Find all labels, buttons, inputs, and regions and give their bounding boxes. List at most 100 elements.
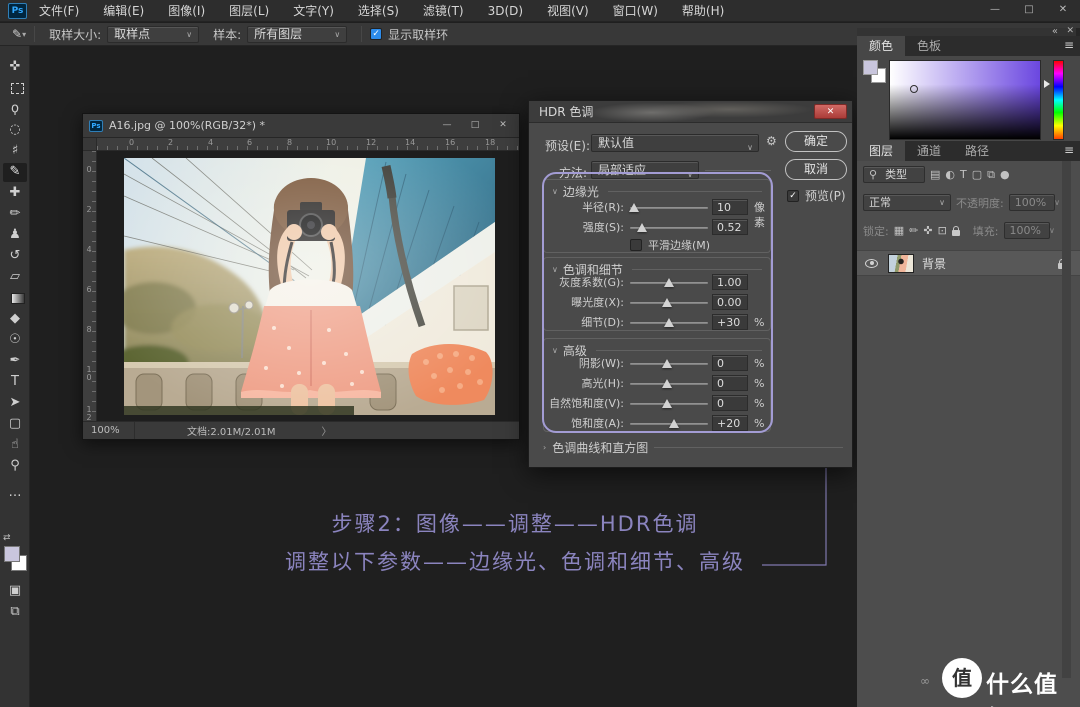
menu-select[interactable]: 选择(S) [346, 0, 411, 22]
tab-paths[interactable]: 路径 [953, 141, 1001, 161]
zoom-level[interactable]: 100% [83, 422, 135, 439]
preset-options-gear-icon[interactable]: ⚙ [766, 134, 777, 148]
layer-visibility-eye-icon[interactable] [865, 259, 878, 268]
doc-minimize-button[interactable]: — [433, 116, 461, 134]
strength-field[interactable]: 0.52 [712, 219, 748, 235]
saturation-field[interactable]: +20 [712, 415, 748, 431]
lock-pixels-icon[interactable]: ✏ [909, 224, 918, 237]
ok-button[interactable]: 确定 [785, 131, 847, 152]
lock-all-icon[interactable] [952, 230, 960, 236]
type-tool[interactable]: T [3, 373, 27, 392]
panel-menu-icon[interactable]: ≡ [1064, 38, 1074, 52]
slider-thumb[interactable] [662, 298, 672, 307]
screen-mode-button[interactable]: ⧉ [3, 603, 27, 622]
menu-layer[interactable]: 图层(L) [217, 0, 281, 22]
doc-close-button[interactable]: ✕ [489, 116, 517, 134]
gradient-tool[interactable] [3, 289, 27, 308]
sample-size-select[interactable]: 取样点∨ [107, 26, 199, 43]
blend-mode-select[interactable]: 正常∨ [863, 194, 951, 211]
tab-color[interactable]: 颜色 [857, 36, 905, 56]
exposure-slider[interactable] [630, 302, 708, 304]
gamma-slider[interactable] [630, 282, 708, 284]
highlight-field[interactable]: 0 [712, 375, 748, 391]
shape-tool[interactable]: ▢ [3, 415, 27, 434]
slider-thumb[interactable] [629, 203, 639, 212]
slider-thumb[interactable] [662, 359, 672, 368]
color-field-marker[interactable] [910, 85, 918, 93]
filter-smart-objects-icon[interactable]: ⧉ [987, 168, 995, 182]
menu-type[interactable]: 文字(Y) [281, 0, 346, 22]
lock-position-icon[interactable]: ✜ [923, 224, 932, 237]
swap-colors-icon[interactable]: ⇄ [3, 533, 11, 543]
slider-thumb[interactable] [662, 399, 672, 408]
pen-tool[interactable]: ✒ [3, 352, 27, 371]
cancel-button[interactable]: 取消 [785, 159, 847, 180]
radius-slider[interactable] [630, 207, 708, 209]
status-arrow-icon[interactable]: 〉 [322, 423, 332, 438]
filter-toggle-pin-icon[interactable]: ● [1000, 168, 1010, 181]
menu-window[interactable]: 窗口(W) [601, 0, 670, 22]
maximize-button[interactable]: □ [1012, 0, 1046, 22]
detail-slider[interactable] [630, 322, 708, 324]
vibrance-slider[interactable] [630, 403, 708, 405]
horizontal-ruler[interactable]: 0 2 4 6 8 10 12 14 16 18 [97, 138, 519, 151]
minimize-button[interactable]: — [978, 0, 1012, 22]
show-sampling-ring-checkbox[interactable]: ✓ [370, 28, 382, 40]
document-titlebar[interactable]: Ps A16.jpg @ 100%(RGB/32*) * — □ ✕ [83, 114, 519, 138]
tab-layers[interactable]: 图层 [857, 141, 905, 161]
lasso-tool[interactable]: ϙ [3, 100, 27, 119]
menu-3d[interactable]: 3D(D) [476, 0, 535, 22]
method-select[interactable]: 局部适应∨ [591, 161, 699, 179]
layer-row-background[interactable]: 背景 [857, 250, 1080, 276]
color-field[interactable] [889, 60, 1041, 140]
photo-canvas[interactable] [124, 158, 495, 415]
fill-select[interactable]: 100%∨ [1004, 222, 1050, 239]
zoom-tool[interactable]: ⚲ [3, 457, 27, 476]
layer-filter-select[interactable]: ⚲ 类型 [863, 166, 925, 183]
preset-select[interactable]: 默认值∨ [591, 134, 759, 152]
detail-field[interactable]: +30 [712, 314, 748, 330]
quick-mask-button[interactable]: ▣ [3, 582, 27, 601]
foreground-color-swatch[interactable] [4, 546, 20, 562]
healing-brush-tool[interactable]: ✚ [3, 184, 27, 203]
history-brush-tool[interactable]: ↺ [3, 247, 27, 266]
tab-channels[interactable]: 通道 [905, 141, 953, 161]
menu-edit[interactable]: 编辑(E) [91, 0, 156, 22]
chevron-down-icon[interactable]: ∨ [552, 265, 558, 274]
eraser-tool[interactable]: ▱ [3, 268, 27, 287]
edit-toolbar-button[interactable]: … [3, 484, 27, 503]
filter-adjustment-layers-icon[interactable]: ◐ [945, 168, 955, 181]
strength-slider[interactable] [630, 227, 708, 229]
chevron-down-icon[interactable]: ∨ [552, 346, 558, 355]
blur-tool[interactable]: ◆ [3, 310, 27, 329]
slider-thumb[interactable] [662, 379, 672, 388]
rectangular-marquee-tool[interactable] [3, 79, 27, 98]
menu-filter[interactable]: 滤镜(T) [411, 0, 476, 22]
slider-thumb[interactable] [664, 318, 674, 327]
filter-type-layers-icon[interactable]: T [960, 168, 967, 181]
dodge-tool[interactable]: ☉ [3, 331, 27, 350]
lock-transparent-icon[interactable]: ▦ [894, 224, 904, 237]
menu-image[interactable]: 图像(I) [156, 0, 217, 22]
slider-thumb[interactable] [637, 223, 647, 232]
dialog-close-button[interactable]: ✕ [814, 104, 847, 119]
move-tool[interactable]: ✜ [3, 58, 27, 77]
hand-tool[interactable]: ☝ [3, 436, 27, 455]
chevron-down-icon[interactable]: ∨ [552, 187, 558, 196]
eyedropper-option-icon[interactable]: ✎ [12, 27, 22, 41]
clone-stamp-tool[interactable]: ♟ [3, 226, 27, 245]
preview-checkbox[interactable]: ✓ [787, 190, 799, 202]
tab-swatches[interactable]: 色板 [905, 36, 953, 56]
hue-strip[interactable] [1053, 60, 1064, 140]
doc-maximize-button[interactable]: □ [461, 116, 489, 134]
eyedropper-tool[interactable]: ✎ [3, 163, 27, 182]
layer-thumbnail[interactable] [888, 254, 914, 273]
hue-slider-arrow[interactable] [1044, 80, 1050, 88]
close-button[interactable]: ✕ [1046, 0, 1080, 22]
opacity-select[interactable]: 100%∨ [1009, 194, 1055, 211]
panel-foreground-swatch[interactable] [863, 60, 878, 75]
vertical-ruler[interactable]: 0 2 4 6 8 10 12 [83, 151, 97, 421]
dialog-titlebar[interactable]: HDR 色调 ✕ [529, 101, 852, 123]
panel-scrollbar[interactable] [1062, 161, 1071, 678]
gamma-field[interactable]: 1.00 [712, 274, 748, 290]
